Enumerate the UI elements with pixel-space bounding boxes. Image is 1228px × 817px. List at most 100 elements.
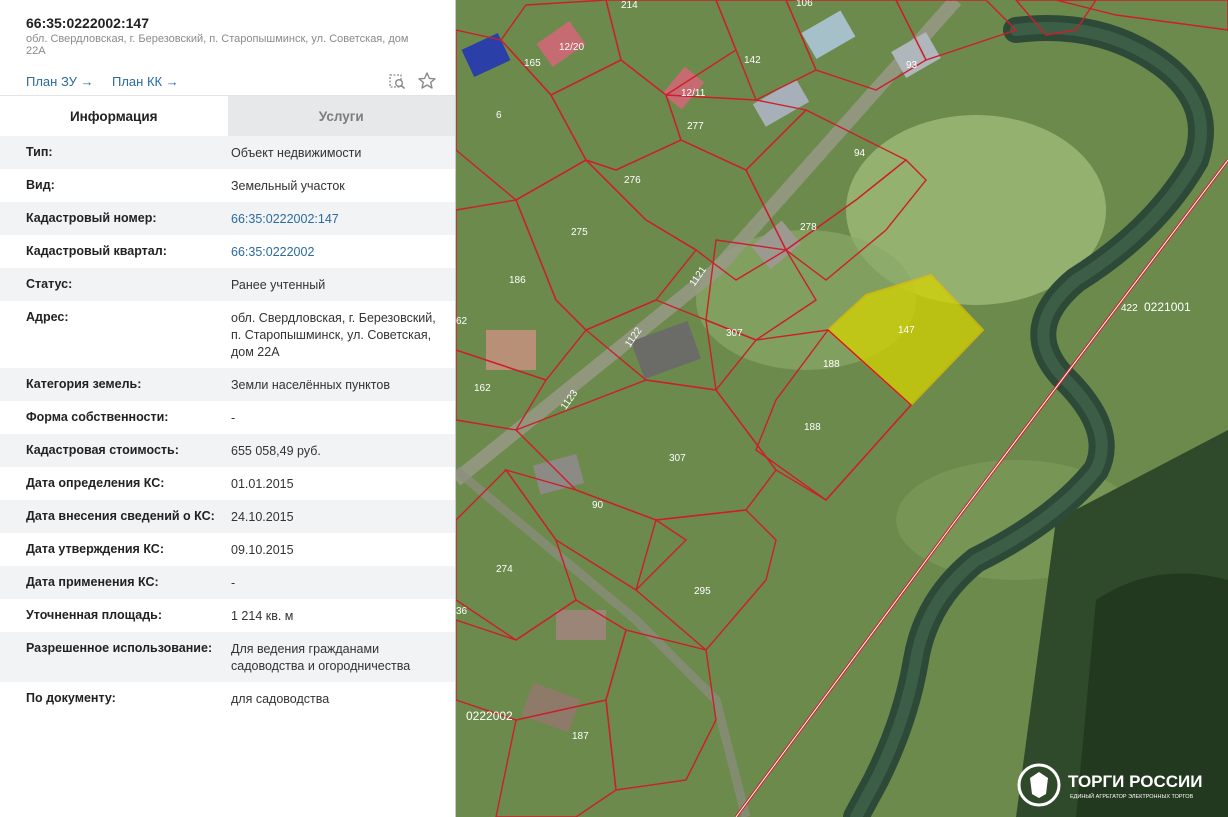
row-value: Ранее учтенный: [231, 278, 326, 292]
tab-services[interactable]: Услуги: [227, 96, 455, 136]
parcel-label: 274: [496, 564, 513, 575]
row-entry-date: Дата внесения сведений о КС: 24.10.2015: [0, 500, 455, 533]
plan-zu-link[interactable]: План ЗУ →: [26, 74, 94, 89]
brand-tagline: ЕДИНЫЙ АГРЕГАТОР ЭЛЕКТРОННЫХ ТОРГОВ: [1070, 792, 1194, 800]
row-value: Объект недвижимости: [231, 146, 362, 160]
favorite-star-icon[interactable]: [417, 71, 437, 91]
quarter-code: 0222002: [466, 709, 513, 723]
parcel-label: 94: [854, 148, 866, 159]
parcel-label: 188: [804, 422, 821, 433]
row-by-document: По документу: для садоводства: [0, 682, 455, 715]
row-label: Дата утверждения КС:: [26, 542, 164, 556]
tab-information[interactable]: Информация: [0, 96, 228, 136]
row-label: Кадастровый номер:: [26, 211, 157, 225]
row-label: Вид:: [26, 178, 55, 192]
row-kind: Вид: Земельный участок: [0, 169, 455, 202]
row-permitted-use: Разрешенное использование: Для ведения гр…: [0, 632, 455, 682]
parcel-label: 278: [800, 222, 817, 233]
arrow-right-icon: →: [165, 74, 179, 89]
parcel-label: 276: [624, 175, 641, 186]
row-label: Статус:: [26, 277, 73, 291]
row-value: 24.10.2015: [231, 510, 294, 524]
parcel-label: 187: [572, 731, 589, 742]
house-roof: [556, 610, 606, 640]
row-label: Форма собственности:: [26, 410, 169, 424]
row-value: 01.01.2015: [231, 477, 294, 491]
brand-name: ТОРГИ РОССИИ: [1068, 772, 1202, 791]
parcel-label: 307: [669, 453, 686, 464]
parcel-label: 188: [823, 359, 840, 370]
row-area: Уточненная площадь: 1 214 кв. м: [0, 599, 455, 632]
row-label: Тип:: [26, 145, 53, 159]
row-type: Тип: Объект недвижимости: [0, 136, 455, 169]
info-panel: 66:35:0222002:147 обл. Свердловская, г. …: [0, 0, 456, 817]
row-cadastral-number: Кадастровый номер: 66:35:0222002:147: [0, 202, 455, 235]
panel-header: 66:35:0222002:147 обл. Свердловская, г. …: [0, 0, 455, 57]
row-label: Дата внесения сведений о КС:: [26, 509, 215, 523]
parcel-label: 62: [456, 316, 468, 327]
parcel-label: 162: [474, 383, 491, 394]
plan-kk-label: План КК: [112, 74, 163, 89]
row-value: 1 214 кв. м: [231, 609, 294, 623]
parcel-label: 36: [456, 606, 468, 617]
parcel-label: 93: [906, 60, 918, 71]
panel-actions: [381, 71, 437, 96]
parcel-label: 277: [687, 121, 704, 132]
row-application-date: Дата применения КС: -: [0, 566, 455, 599]
cadastral-quarter-link[interactable]: 66:35:0222002: [231, 235, 455, 268]
row-value: Земли населённых пунктов: [231, 378, 390, 392]
address-subtitle: обл. Свердловская, г. Березовский, п. Ст…: [26, 33, 409, 57]
row-label: Уточненная площадь:: [26, 608, 163, 622]
plan-zu-label: План ЗУ: [26, 74, 77, 89]
row-value: обл. Свердловская, г. Березовский, п. Ст…: [231, 311, 436, 359]
row-status: Статус: Ранее учтенный: [0, 268, 455, 301]
cadastral-number-title: 66:35:0222002:147: [26, 15, 149, 31]
parcel-label: 12/20: [559, 42, 584, 53]
map-canvas[interactable]: 214 106 165 12/20 142 93 6 12/11 277 94 …: [456, 0, 1228, 817]
row-label: Адрес:: [26, 310, 69, 324]
row-label: Категория земель:: [26, 377, 142, 391]
house-roof: [486, 330, 536, 370]
quarter-number: 422: [1121, 303, 1138, 314]
row-value: 655 058,49 руб.: [231, 444, 321, 458]
parcel-label: 106: [796, 0, 813, 9]
row-cadastral-value: Кадастровая стоимость: 655 058,49 руб.: [0, 434, 455, 467]
row-value: -: [231, 411, 236, 425]
parcel-label: 295: [694, 586, 711, 597]
satellite-map[interactable]: 214 106 165 12/20 142 93 6 12/11 277 94 …: [456, 0, 1228, 817]
parcel-label: 142: [744, 55, 761, 66]
row-value: 09.10.2015: [231, 543, 294, 557]
parcel-label: 147: [898, 325, 915, 336]
row-label: Дата определения КС:: [26, 476, 165, 490]
parcel-label: 186: [509, 275, 526, 286]
row-label: Кадастровая стоимость:: [26, 443, 179, 457]
row-approval-date: Дата утверждения КС: 09.10.2015: [0, 533, 455, 566]
info-table: Тип: Объект недвижимости Вид: Земельный уч…: [0, 136, 455, 715]
row-value: Земельный участок: [231, 179, 345, 193]
row-cadastral-quarter: Кадастровый квартал: 66:35:0222002: [0, 235, 455, 268]
search-on-map-icon[interactable]: [387, 71, 407, 91]
parcel-label: 165: [524, 58, 541, 69]
parcel-label: 90: [592, 500, 604, 511]
arrow-right-icon: →: [80, 74, 94, 89]
row-ownership: Форма собственности: -: [0, 401, 455, 434]
parcel-label: 12/11: [681, 88, 706, 99]
row-value: для садоводства: [231, 692, 330, 706]
parcel-label: 214: [621, 0, 638, 11]
row-address: Адрес: обл. Свердловская, г. Березовский,…: [0, 301, 455, 368]
row-value: -: [231, 576, 236, 590]
parcel-label: 6: [496, 110, 502, 121]
row-label: Кадастровый квартал:: [26, 244, 167, 258]
plan-kk-link[interactable]: План КК →: [112, 74, 179, 89]
parcel-label: 307: [726, 328, 743, 339]
panel-tabs: Информация Услуги: [0, 95, 455, 136]
row-label: Дата применения КС:: [26, 575, 159, 589]
quarter-code: 0221001: [1144, 300, 1191, 314]
plan-links: План ЗУ → План КК →: [0, 71, 455, 96]
row-label: По документу:: [26, 691, 116, 705]
cadastral-number-link[interactable]: 66:35:0222002:147: [231, 202, 455, 235]
parcel-label: 275: [571, 227, 588, 238]
row-value: Для ведения гражданами садоводства и ого…: [231, 642, 411, 673]
row-land-category: Категория земель: Земли населённых пункто…: [0, 368, 455, 401]
row-valuation-date: Дата определения КС: 01.01.2015: [0, 467, 455, 500]
